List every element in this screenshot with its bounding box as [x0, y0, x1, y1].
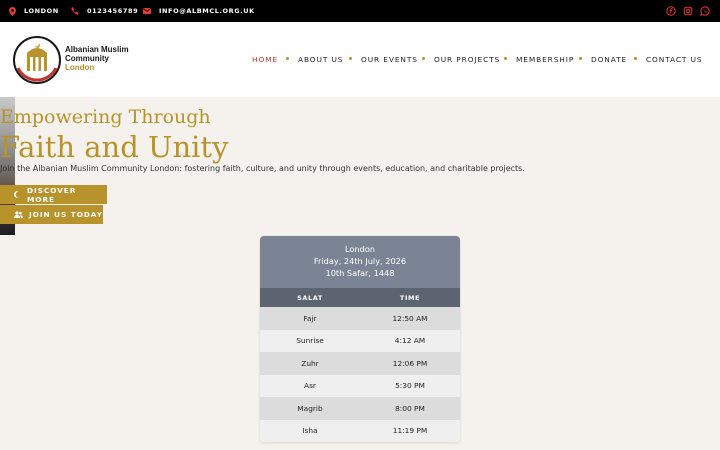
prayer-times-card: London Friday, 24th July, 2026 10th Safa… [260, 236, 460, 442]
prayer-row: Magrib 8:00 PM [260, 397, 460, 420]
nav-separator [349, 57, 352, 60]
prayer-table-header: SALAT TIME [260, 288, 460, 307]
prayer-row: Isha 11:19 PM [260, 419, 460, 442]
nav-separator [634, 57, 637, 60]
prayer-time: 5:30 PM [395, 381, 425, 391]
logo-line-3: London [65, 63, 95, 72]
prayer-gregorian-date: Friday, 24th July, 2026 [313, 256, 407, 266]
nav-donate[interactable]: DONATE [591, 44, 627, 74]
hero-title-line-2: Faith and Unity [0, 130, 229, 164]
discover-more-label: DISCOVER MORE [26, 185, 77, 204]
prayer-name: Asr [304, 381, 316, 391]
location-text: LONDON [24, 7, 59, 15]
nav-about-us[interactable]: ABOUT US [298, 44, 343, 74]
prayer-row: Zuhr 12:06 PM [260, 352, 460, 375]
prayer-hijri-date: 10th Safar, 1448 [325, 268, 395, 278]
email-text: INFO@ALBMCL.ORG.UK [159, 7, 255, 15]
nav-separator [579, 57, 582, 60]
nav-contact-us[interactable]: CONTACT US [646, 44, 703, 74]
prayer-row: Sunrise 4:12 AM [260, 329, 460, 352]
prayer-name: Magrib [297, 403, 323, 413]
main-nav: HOME ABOUT US OUR EVENTS OUR PROJECTS ME… [0, 22, 720, 64]
users-icon [14, 211, 23, 218]
column-time: TIME [399, 293, 421, 302]
prayer-time: 12:50 AM [392, 313, 428, 323]
whatsapp-icon[interactable] [700, 6, 710, 16]
prayer-city: London [344, 244, 375, 254]
map-pin-icon [9, 6, 16, 16]
join-us-label: JOIN US TODAY [29, 210, 103, 219]
nav-home[interactable]: HOME [252, 44, 278, 74]
nav-separator [286, 57, 289, 60]
location-info: LONDON [9, 0, 59, 22]
prayer-time: 4:12 AM [394, 336, 426, 346]
nav-membership[interactable]: MEMBERSHIP [516, 44, 574, 74]
logo-line-2: Community [65, 54, 109, 63]
discover-more-button[interactable]: DISCOVER MORE [0, 185, 107, 204]
prayer-time: 11:19 PM [392, 426, 428, 436]
mail-icon [143, 8, 151, 14]
prayer-time: 12:06 PM [392, 358, 428, 368]
top-bar: LONDON 0123456789 INFO@ALBMCL.ORG.UK [0, 0, 720, 22]
nav-our-events[interactable]: OUR EVENTS [361, 44, 418, 74]
prayer-card-header: London Friday, 24th July, 2026 10th Safa… [260, 236, 460, 288]
facebook-icon[interactable] [666, 6, 676, 16]
prayer-row: Fajr 12:50 AM [260, 307, 460, 330]
prayer-name: Isha [302, 426, 318, 436]
nav-our-projects[interactable]: OUR PROJECTS [434, 44, 500, 74]
hero-title-line-1: Empowering Through [0, 106, 211, 128]
phone-text: 0123456789 [87, 7, 139, 15]
nav-separator [504, 57, 507, 60]
instagram-icon[interactable] [683, 6, 693, 16]
column-salat: SALAT [297, 293, 323, 302]
phone-icon [71, 7, 79, 15]
prayer-name: Zuhr [301, 358, 319, 368]
phone-link[interactable]: 0123456789 [71, 0, 138, 22]
nav-separator [422, 57, 425, 60]
prayer-row: Asr 5:30 PM [260, 374, 460, 397]
prayer-time: 8:00 PM [395, 403, 425, 413]
email-link[interactable]: INFO@ALBMCL.ORG.UK [143, 0, 255, 22]
prayer-name: Sunrise [296, 336, 324, 346]
prayer-name: Fajr [303, 313, 317, 323]
join-us-button[interactable]: JOIN US TODAY [0, 205, 103, 224]
moon-icon [14, 191, 19, 198]
hero-subtitle: Join the Albanian Muslim Community Londo… [0, 164, 525, 173]
